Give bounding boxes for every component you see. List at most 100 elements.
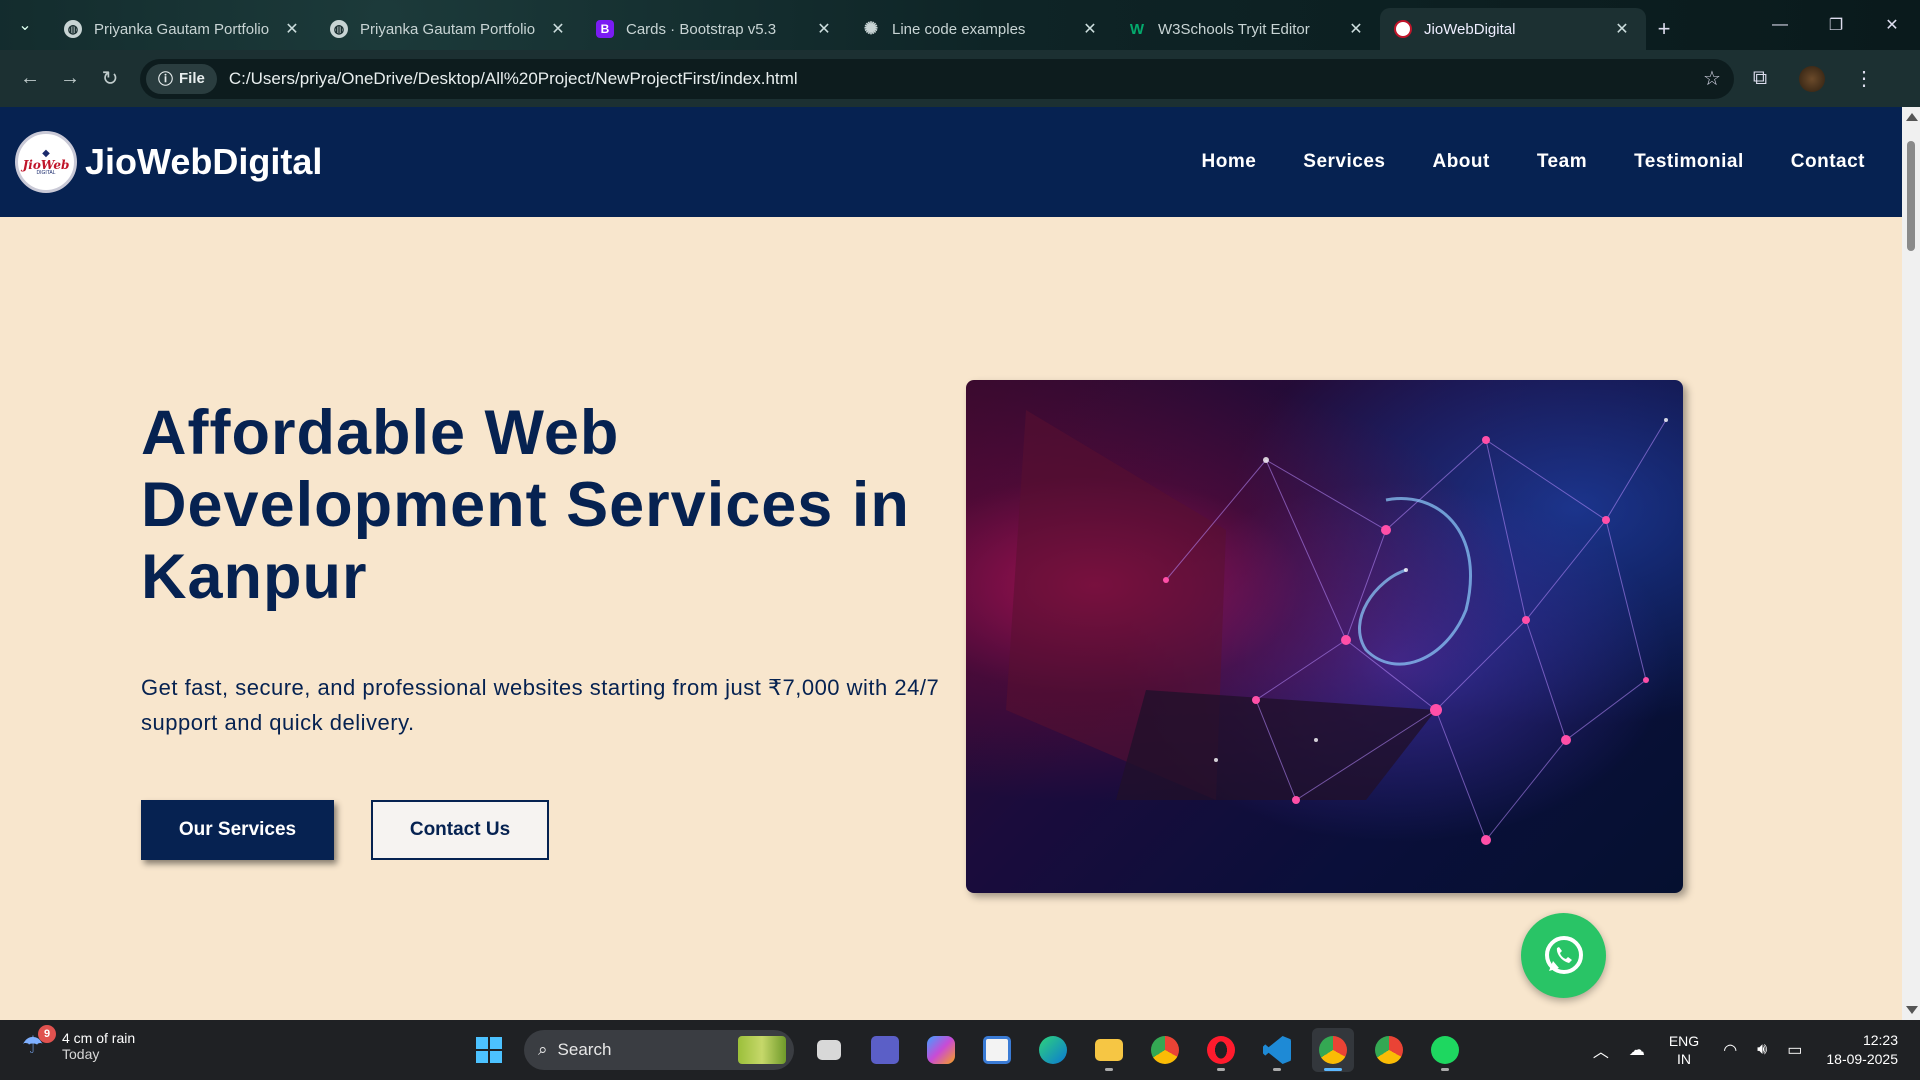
logo-subtext: DIGITAL [36, 169, 56, 176]
whatsapp-button[interactable] [1521, 913, 1606, 998]
bootstrap-icon: B [596, 20, 614, 38]
new-tab-button[interactable]: + [1646, 8, 1682, 50]
start-button[interactable] [468, 1028, 510, 1072]
edge-icon [1039, 1036, 1067, 1064]
running-indicator [1441, 1068, 1449, 1071]
url-text[interactable]: C:/Users/priya/OneDrive/Desktop/All%20Pr… [229, 69, 1696, 89]
our-services-button[interactable]: Our Services [141, 800, 334, 860]
search-icon: ⌕ [538, 1040, 548, 1059]
back-arrow-icon[interactable]: ← [10, 59, 50, 99]
close-icon[interactable]: ✕ [1080, 19, 1100, 39]
spotify-app[interactable] [1424, 1028, 1466, 1072]
contact-us-button[interactable]: Contact Us [371, 800, 549, 860]
tab-bootstrap[interactable]: B Cards · Bootstrap v5.3 ✕ [582, 8, 848, 50]
search-label: Search [557, 1040, 612, 1059]
weather-text: 4 cm of rain Today [62, 1030, 135, 1062]
chrome-profile-app[interactable] [1368, 1028, 1410, 1072]
kebab-menu-icon[interactable]: ⋮ [1838, 66, 1890, 91]
info-icon: ⓘ [158, 71, 174, 88]
tab-portfolio-2[interactable]: ◍ Priyanka Gautam Portfolio ✕ [316, 8, 582, 50]
tab-title: Cards · Bootstrap v5.3 [626, 20, 777, 38]
clock[interactable]: 12:23 18-09-2025 [1826, 1031, 1898, 1069]
whatsapp-icon [1544, 935, 1583, 974]
volume-icon[interactable]: 🔊︎ [1757, 1041, 1767, 1059]
browser-toolbar: ← → ↻ ⓘ File C:/Users/priya/OneDrive/Des… [0, 50, 1920, 107]
battery-icon[interactable]: ▭ [1787, 1040, 1802, 1060]
tab-w3schools[interactable]: W W3Schools Tryit Editor ✕ [1114, 8, 1380, 50]
nav-services[interactable]: Services [1303, 151, 1385, 173]
copilot-icon [927, 1036, 955, 1064]
jiowebdigital-icon [1394, 20, 1412, 38]
chrome-icon [1151, 1036, 1179, 1064]
store-app[interactable] [976, 1028, 1018, 1072]
onedrive-icon[interactable]: ☁ [1629, 1040, 1645, 1060]
scroll-down-arrow-icon[interactable] [1906, 1006, 1918, 1014]
hero-image [966, 380, 1683, 893]
scroll-up-arrow-icon[interactable] [1906, 113, 1918, 121]
taskbar-search[interactable]: ⌕ Search [524, 1030, 794, 1070]
nav-testimonial[interactable]: Testimonial [1634, 151, 1744, 173]
close-icon[interactable]: ✕ [814, 19, 834, 39]
bookmark-star-icon[interactable]: ☆ [1696, 66, 1728, 91]
tab-search-chevron-icon[interactable]: ⌄ [0, 0, 50, 50]
forward-arrow-icon[interactable]: → [50, 59, 90, 99]
search-highlight-image [738, 1036, 786, 1064]
close-icon[interactable]: ✕ [548, 19, 568, 39]
scrollbar-thumb[interactable] [1907, 141, 1915, 251]
teams-app[interactable] [864, 1028, 906, 1072]
spotify-icon [1431, 1036, 1459, 1064]
weather-widget[interactable]: ☂ 9 4 cm of rain Today [22, 1025, 135, 1062]
chevron-up-icon[interactable]: ︿ [1593, 1038, 1609, 1062]
edge-app[interactable] [1032, 1028, 1074, 1072]
tab-jiowebdigital[interactable]: JioWebDigital ✕ [1380, 8, 1646, 50]
nav-team[interactable]: Team [1537, 151, 1587, 173]
tab-portfolio-1[interactable]: ◍ Priyanka Gautam Portfolio ✕ [50, 8, 316, 50]
chrome-app[interactable] [1144, 1028, 1186, 1072]
running-indicator [1105, 1068, 1113, 1071]
close-icon[interactable]: ✕ [1346, 19, 1366, 39]
language-indicator[interactable]: ENG IN [1669, 1032, 1699, 1068]
language-line2: IN [1677, 1051, 1692, 1067]
tab-line-code[interactable]: ✺ Line code examples ✕ [848, 8, 1114, 50]
nav-about[interactable]: About [1432, 151, 1489, 173]
chrome-app-active[interactable] [1312, 1028, 1354, 1072]
system-tray: ︿ ☁ ENG IN ◠ 🔊︎ ▭ 12:23 18-09-2025 [1583, 1020, 1920, 1080]
copilot-app[interactable] [920, 1028, 962, 1072]
opera-app[interactable] [1200, 1028, 1242, 1072]
site-info-label: File [179, 70, 205, 87]
wifi-icon[interactable]: ◠ [1723, 1040, 1737, 1060]
extensions-icon[interactable]: ⧉ [1734, 67, 1786, 90]
close-icon[interactable]: ✕ [1612, 19, 1632, 39]
file-explorer-app[interactable] [1088, 1028, 1130, 1072]
vscode-app[interactable] [1256, 1028, 1298, 1072]
close-window-icon[interactable]: ✕ [1864, 0, 1920, 50]
folder-icon [1095, 1039, 1123, 1061]
main-nav: Home Services About Team Testimonial Con… [1155, 151, 1866, 173]
tab-strip: ⌄ ◍ Priyanka Gautam Portfolio ✕ ◍ Priyan… [0, 0, 1920, 50]
restore-icon[interactable]: ❐ [1808, 0, 1864, 50]
avatar [1799, 65, 1825, 92]
running-indicator [1273, 1068, 1281, 1071]
site-header: ◆ JioWeb DIGITAL JioWebDigital Home Serv… [0, 107, 1902, 217]
page-scrollbar[interactable] [1902, 107, 1920, 1020]
umbrella-icon: ☂ 9 [22, 1025, 56, 1061]
site-info-chip[interactable]: ⓘ File [146, 63, 217, 94]
running-indicator [1324, 1068, 1342, 1071]
nav-home[interactable]: Home [1202, 151, 1257, 173]
profile-avatar[interactable] [1786, 65, 1838, 92]
site-logo[interactable]: ◆ JioWeb DIGITAL [15, 131, 77, 193]
address-bar[interactable]: ⓘ File C:/Users/priya/OneDrive/Desktop/A… [140, 58, 1734, 99]
store-icon [983, 1036, 1011, 1064]
tab-title: JioWebDigital [1424, 20, 1516, 38]
tab-title: Priyanka Gautam Portfolio [94, 20, 270, 38]
chrome-icon [1375, 1036, 1403, 1064]
close-icon[interactable]: ✕ [282, 19, 302, 39]
w3schools-icon: W [1129, 20, 1145, 38]
task-view-app[interactable] [808, 1028, 850, 1072]
hero-description: Get fast, secure, and professional websi… [141, 675, 940, 735]
hero-image-art [1006, 410, 1668, 845]
nav-contact[interactable]: Contact [1791, 151, 1865, 173]
reload-icon[interactable]: ↻ [90, 59, 130, 99]
minimize-icon[interactable]: — [1752, 0, 1808, 50]
brand-name[interactable]: JioWebDigital [85, 141, 322, 183]
